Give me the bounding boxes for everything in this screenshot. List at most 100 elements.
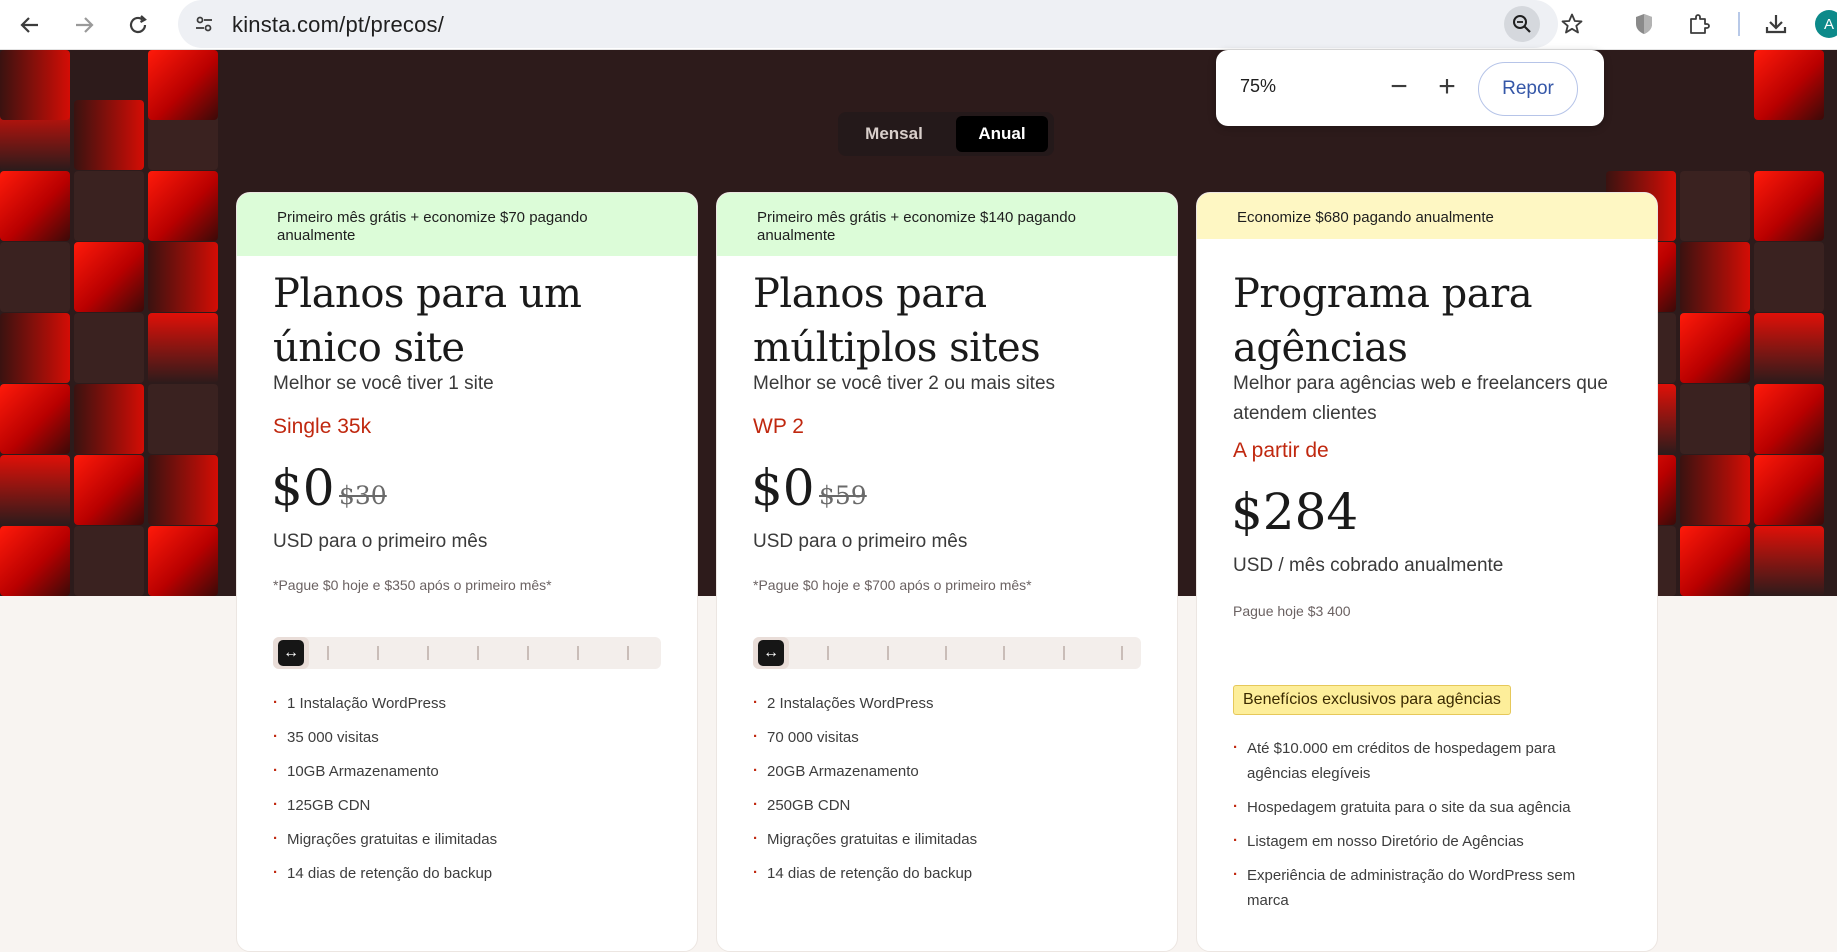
slider-tick [527,646,529,660]
decorative-tile [0,171,70,241]
url-text[interactable]: kinsta.com/pt/precos/ [232,12,444,38]
decorative-tile [1680,313,1750,383]
card-subtitle: Melhor para agências web e freelancers q… [1233,373,1608,424]
price: $0 [751,459,815,517]
decorative-tile [74,526,144,596]
promo-banner: Economize $680 pagando anualmente [1197,193,1657,239]
card-title: Planos para um único site [273,271,582,371]
slider-tick [377,646,379,660]
shield-icon [1636,14,1652,34]
price: $284 [1231,483,1359,541]
plan-name: Single 35k [273,415,372,438]
feature-item: 125GB CDN [273,795,653,816]
decorative-tile [1754,242,1824,312]
zoom-out-button[interactable]: − [1382,70,1416,104]
feature-list: 1 Instalação WordPress 35 000 visitas 10… [273,693,653,898]
slider-tick [427,646,429,660]
decorative-tile [74,171,144,241]
decorative-tile [1754,313,1824,383]
browser-toolbar: kinsta.com/pt/precos/ A [0,0,1837,50]
decorative-tile [0,455,70,525]
price-prefix: A partir de [1233,439,1329,462]
decorative-tile [148,313,218,383]
decorative-tile [0,384,70,454]
card-title: Planos para múltiplos sites [753,271,1041,371]
monthly-billing-button[interactable]: Mensal [844,116,944,152]
feature-item: Experiência de administração do WordPres… [1233,862,1613,913]
slider-tick [327,646,329,660]
reload-icon [129,15,147,34]
feature-item: Hospedagem gratuita para o site da sua a… [1233,794,1613,820]
card-subtitle: Melhor se você tiver 1 site [273,373,494,394]
annual-billing-button[interactable]: Anual [956,116,1048,152]
forward-arrow-icon [76,17,94,33]
decorative-tile [0,526,70,596]
decorative-tile [1754,171,1824,241]
pricing-card-agencies: Economize $680 pagando anualmente Progra… [1196,192,1658,952]
price-unit: USD para o primeiro mês [753,531,968,552]
slider-handle[interactable]: ↔ [273,637,309,669]
feature-item: Migrações gratuitas e ilimitadas [753,829,1133,850]
decorative-tile [74,384,144,454]
slider-tick [827,646,829,660]
decorative-tile [148,171,218,241]
feature-item: 14 dias de retenção do backup [753,863,1133,884]
reload-button[interactable] [122,9,154,41]
decorative-tile [148,384,218,454]
forward-button[interactable] [68,9,100,41]
payment-note: *Pague $0 hoje e $700 após o primeiro mê… [753,577,1032,593]
feature-item: 70 000 visitas [753,727,1133,748]
original-price: $59 [819,481,867,510]
zoom-reset-button[interactable]: Repor [1478,62,1578,116]
feature-item: 1 Instalação WordPress [273,693,653,714]
zoom-popup: 75% − + Repor [1216,50,1604,126]
decorative-tile [148,50,218,120]
back-arrow-icon [20,17,38,33]
billing-period-toggle: Mensal Anual [838,112,1054,156]
decorative-tile [0,313,70,383]
zoom-level: 75% [1240,76,1277,96]
decorative-tile [1754,384,1824,454]
original-price: $30 [339,481,387,510]
plan-slider[interactable]: ↔ [273,637,661,669]
profile-avatar[interactable]: A [1815,10,1837,38]
zoom-indicator-button[interactable] [1504,6,1540,42]
decorative-tile [1754,455,1824,525]
download-icon [1765,15,1787,34]
star-icon [1561,13,1583,34]
feature-item: Até $10.000 em créditos de hospedagem pa… [1233,735,1613,786]
back-button[interactable] [14,9,46,41]
decorative-tile [1754,526,1824,596]
plan-slider[interactable]: ↔ [753,637,1141,669]
privacy-extension-button[interactable] [1626,6,1662,42]
plan-name: WP 2 [753,415,804,438]
feature-list: 2 Instalações WordPress 70 000 visitas 2… [753,693,1133,898]
slider-tick [945,646,947,660]
toolbar-separator [1738,12,1740,36]
tune-icon [196,16,212,32]
site-info-button[interactable] [189,9,219,39]
decorative-tile [1680,526,1750,596]
zoom-out-magnifier-icon [1513,15,1531,33]
payment-note: Pague hoje $3 400 [1233,603,1351,619]
agency-benefits-badge: Benefícios exclusivos para agências [1233,685,1511,715]
decorative-tile [1680,455,1750,525]
card-title: Programa para agências [1233,271,1533,371]
decorative-tile [0,50,70,120]
decorative-tile [1754,50,1824,120]
zoom-in-button[interactable]: + [1430,70,1464,104]
decorative-tile [148,455,218,525]
price-unit: USD para o primeiro mês [273,531,488,552]
card-subtitle: Melhor se você tiver 2 ou mais sites [753,373,1056,394]
decorative-tile [148,242,218,312]
slider-tick [1121,646,1123,660]
promo-banner: Primeiro mês grátis + economize $70 paga… [237,193,697,256]
feature-list: Até $10.000 em créditos de hospedagem pa… [1233,735,1613,922]
slider-handle[interactable]: ↔ [753,637,789,669]
pricing-card-multiple-sites: Primeiro mês grátis + economize $140 pag… [716,192,1178,952]
extensions-button[interactable] [1681,6,1717,42]
downloads-button[interactable] [1758,6,1794,42]
bookmark-star-button[interactable] [1554,6,1590,42]
feature-item: 250GB CDN [753,795,1133,816]
slider-tick [1063,646,1065,660]
